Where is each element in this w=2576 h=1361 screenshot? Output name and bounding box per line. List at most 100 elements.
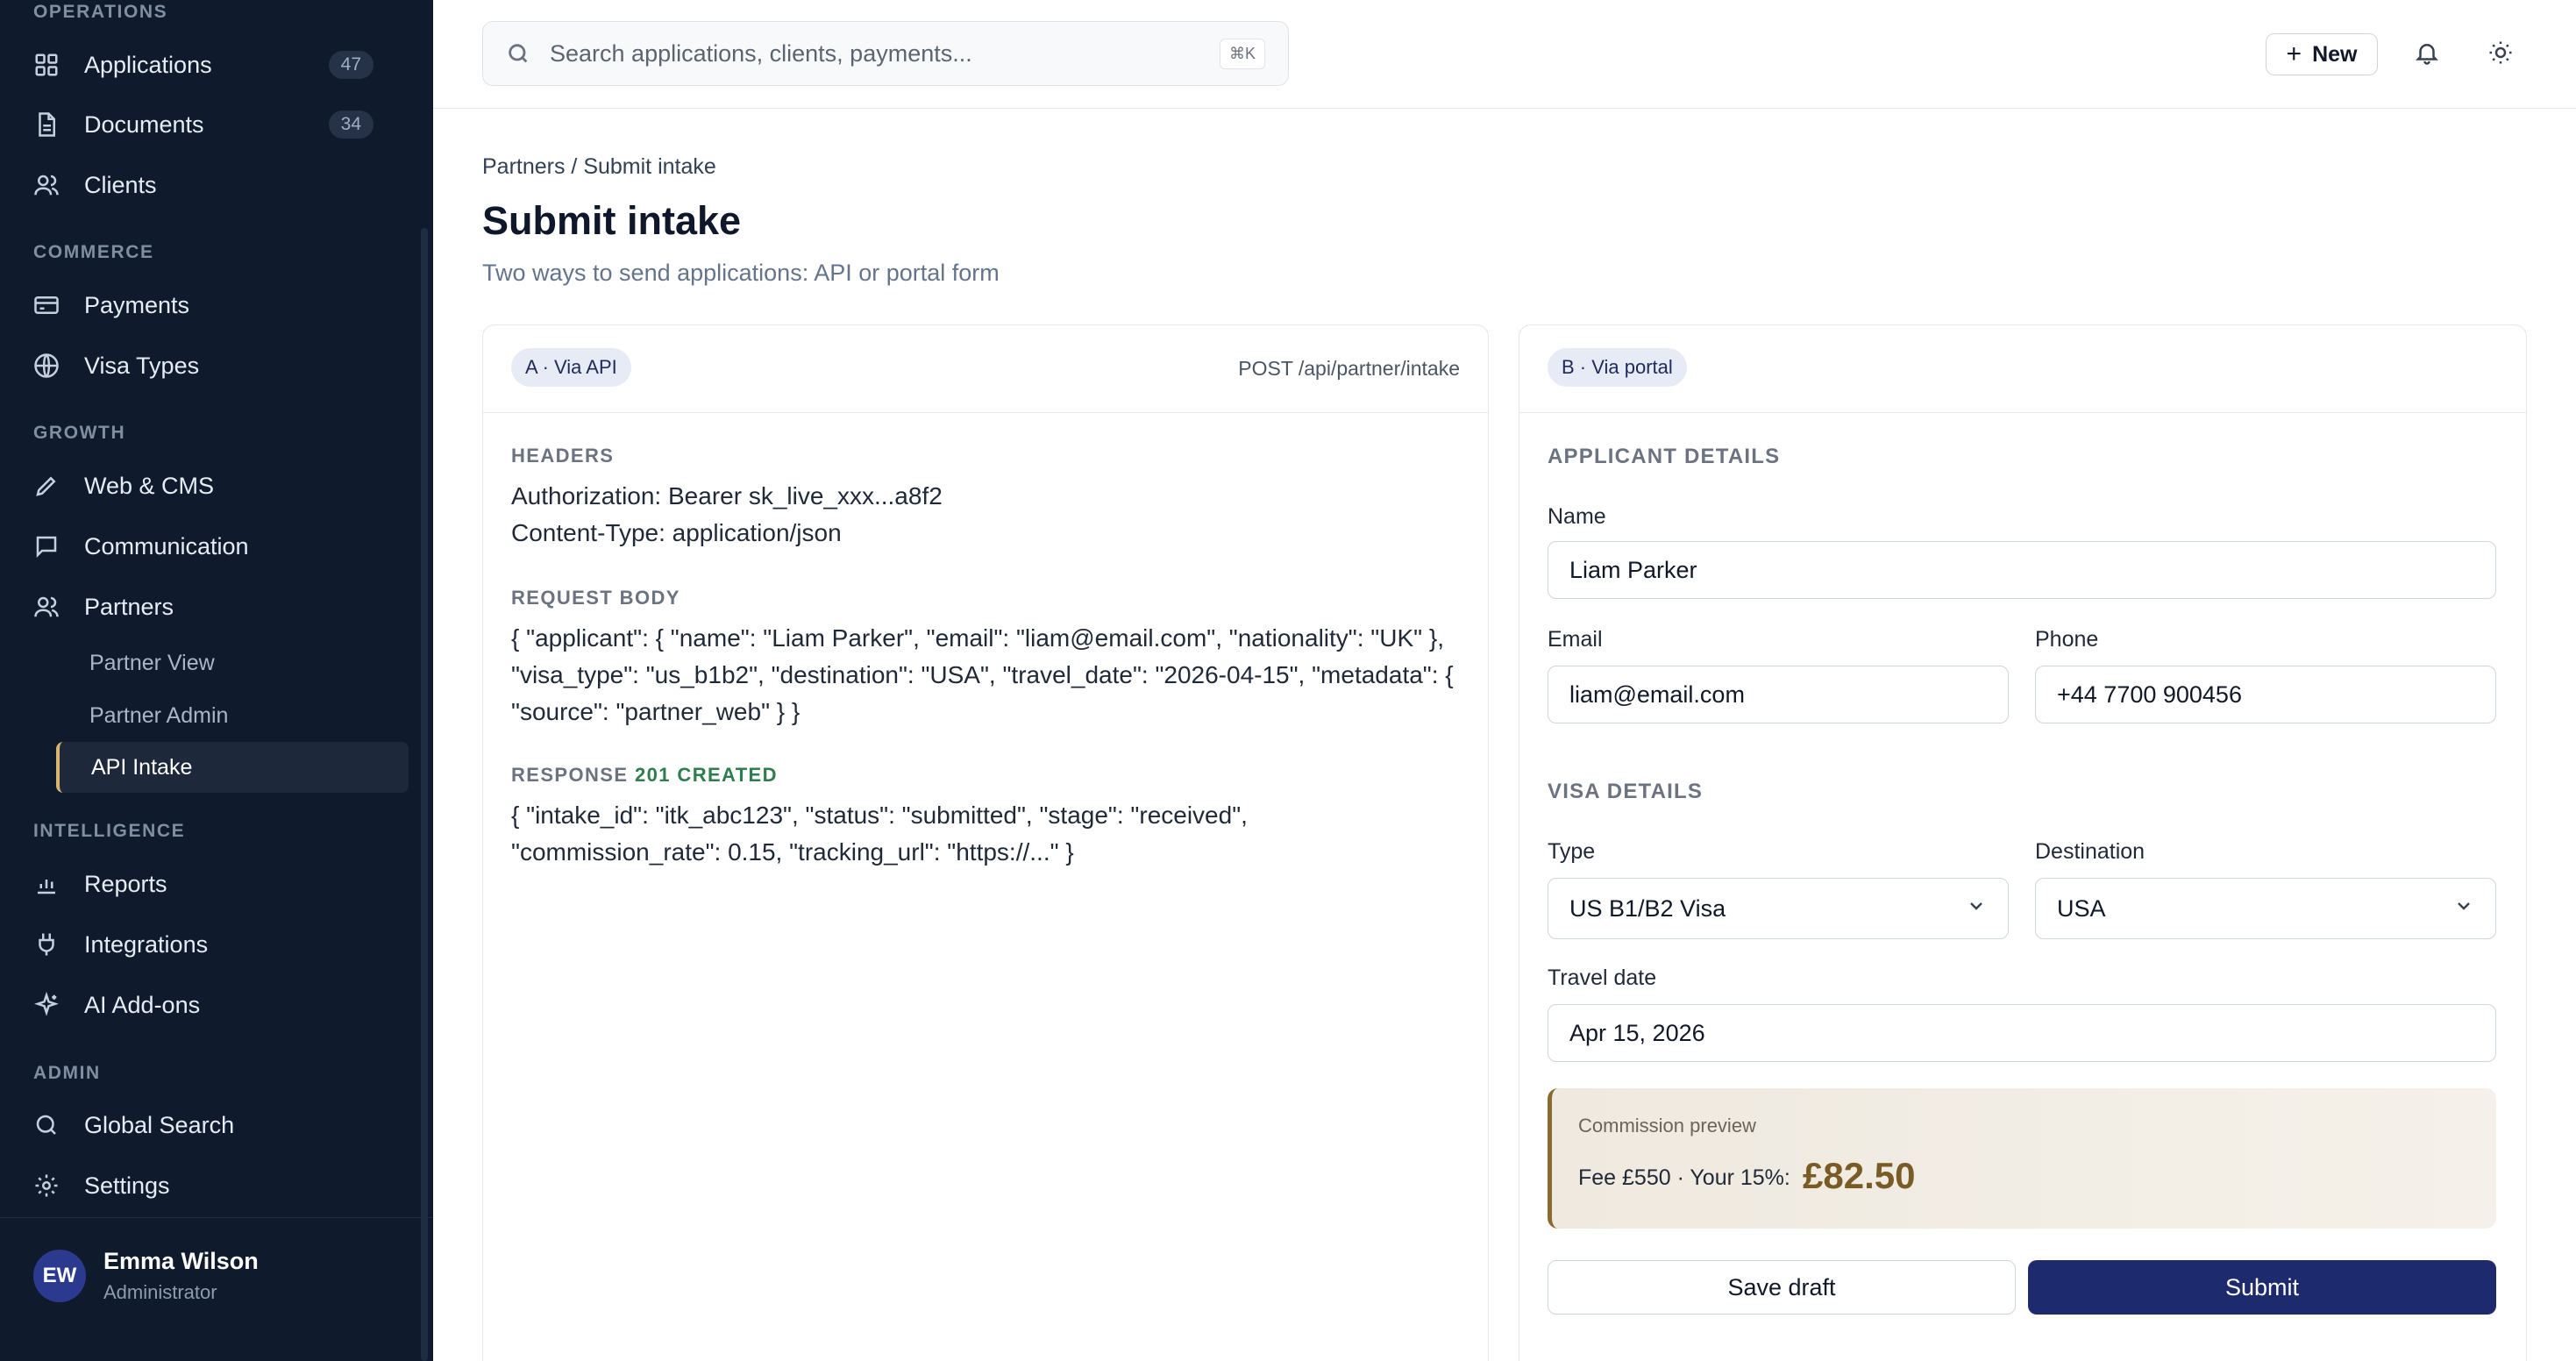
save-draft-button[interactable]: Save draft xyxy=(1548,1260,2016,1315)
sidebar-item-label: Communication xyxy=(84,532,249,559)
sidebar-item-web-cms[interactable]: Web & CMS xyxy=(33,461,410,510)
sidebar-item-label: Reports xyxy=(84,870,167,897)
sidebar-item-reports[interactable]: Reports xyxy=(33,859,410,909)
response-status: 201 CREATED xyxy=(634,764,778,786)
commission-fee: Fee £550 · Your 15%: xyxy=(1578,1165,1790,1190)
grid-icon xyxy=(33,52,60,78)
count-badge: 47 xyxy=(328,51,374,79)
chevron-down-icon xyxy=(2453,895,2474,923)
sidebar-item-label: AI Add-ons xyxy=(84,991,201,1018)
sidebar-item-communication[interactable]: Communication xyxy=(33,522,410,571)
sidebar-item-label: Applications xyxy=(84,51,212,78)
email-label: Email xyxy=(1548,627,1603,652)
portal-card-header: B · Via portal xyxy=(1519,325,2526,413)
type-label: Type xyxy=(1548,839,1596,864)
commission-amount: £82.50 xyxy=(1803,1155,1916,1196)
sidebar-item-visa-types[interactable]: Visa Types xyxy=(33,341,410,390)
credit-card-icon xyxy=(33,292,60,318)
visa-details-heading: VISA DETAILS xyxy=(1548,780,1704,803)
name-field[interactable] xyxy=(1548,541,2496,599)
sidebar-item-label: Clients xyxy=(84,171,157,198)
user-role: Administrator xyxy=(103,1281,217,1303)
travel-date-input[interactable] xyxy=(1569,1019,2474,1047)
sidebar-item-settings[interactable]: Settings xyxy=(33,1161,410,1210)
commission-label: Commission preview xyxy=(1578,1115,1756,1137)
search-bar[interactable]: ⌘K xyxy=(482,21,1289,86)
portal-badge: B · Via portal xyxy=(1548,348,1687,387)
applicant-details-heading: APPLICANT DETAILS xyxy=(1548,445,1781,468)
plug-icon xyxy=(33,931,60,958)
api-card: A · Via API POST /api/partner/intake HEA… xyxy=(482,324,1489,1361)
section-label-intelligence: INTELLIGENCE xyxy=(33,821,186,841)
count-badge: 34 xyxy=(328,110,374,139)
sidebar-item-label: Settings xyxy=(84,1172,170,1199)
visa-type-value: US B1/B2 Visa xyxy=(1569,894,1726,922)
sidebar-scrollbar[interactable] xyxy=(421,228,428,1361)
headers-label: HEADERS xyxy=(511,445,615,467)
sidebar-item-label: Partners xyxy=(84,593,174,620)
new-button-label: New xyxy=(2312,41,2358,67)
section-label-operations: OPERATIONS xyxy=(33,2,168,22)
search-icon xyxy=(33,1112,60,1138)
users-icon xyxy=(33,594,60,620)
email-input[interactable] xyxy=(1569,680,1987,709)
api-badge: A · Via API xyxy=(511,348,631,387)
sidebar-item-label: Web & CMS xyxy=(84,472,215,499)
sidebar-item-partners[interactable]: Partners xyxy=(33,582,410,631)
sidebar-subitem-api-intake[interactable]: API Intake xyxy=(56,742,409,793)
sidebar-item-label: Visa Types xyxy=(84,352,200,379)
page-subtitle: Two ways to send applications: API or po… xyxy=(482,260,1000,286)
section-label-admin: ADMIN xyxy=(33,1063,101,1083)
destination-value: USA xyxy=(2057,894,2106,922)
visa-type-select[interactable]: US B1/B2 Visa xyxy=(1548,878,2009,939)
request-body-label: REQUEST BODY xyxy=(511,587,680,609)
search-input[interactable] xyxy=(550,39,1181,68)
sidebar-subitem-partner-admin[interactable]: Partner Admin xyxy=(56,690,409,741)
submit-button[interactable]: Submit xyxy=(2028,1260,2496,1315)
sidebar-item-label: Global Search xyxy=(84,1111,235,1138)
email-field[interactable] xyxy=(1548,666,2009,723)
phone-input[interactable] xyxy=(2057,680,2474,709)
sidebar-subitem-partner-view[interactable]: Partner View xyxy=(56,638,409,688)
commission-preview: Commission preview Fee £550 · Your 15%: … xyxy=(1548,1088,2496,1229)
headers-line-content-type: Content-Type: application/json xyxy=(511,519,842,546)
response-label-text: RESPONSE xyxy=(511,764,629,786)
sparkle-icon xyxy=(33,992,60,1018)
api-card-header: A · Via API POST /api/partner/intake xyxy=(483,325,1488,413)
search-icon xyxy=(506,41,530,66)
user-profile[interactable]: EW Emma Wilson Administrator xyxy=(0,1217,433,1361)
topbar: ⌘K + New xyxy=(433,0,2576,109)
bar-chart-icon xyxy=(33,871,60,897)
headers-line-authorization: Authorization: Bearer sk_live_xxx...a8f2 xyxy=(511,482,943,509)
travel-date-field[interactable] xyxy=(1548,1004,2496,1062)
sidebar-item-payments[interactable]: Payments xyxy=(33,281,410,330)
destination-label: Destination xyxy=(2035,839,2145,864)
name-input[interactable] xyxy=(1569,556,2474,584)
portal-card: B · Via portal APPLICANT DETAILS Name Em… xyxy=(1519,324,2527,1361)
sidebar-item-label: Documents xyxy=(84,110,204,138)
page-title: Submit intake xyxy=(482,198,742,243)
pencil-icon xyxy=(33,473,60,499)
plus-icon: + xyxy=(2286,39,2302,68)
chat-icon xyxy=(33,533,60,559)
sidebar-item-applications[interactable]: Applications 47 xyxy=(33,40,410,89)
api-endpoint: POST /api/partner/intake xyxy=(1238,357,1460,380)
phone-field[interactable] xyxy=(2035,666,2496,723)
new-button[interactable]: + New xyxy=(2266,33,2378,75)
theme-toggle-button[interactable] xyxy=(2481,35,2520,74)
sidebar-item-clients[interactable]: Clients xyxy=(33,160,410,210)
travel-date-label: Travel date xyxy=(1548,966,1657,990)
notifications-button[interactable] xyxy=(2408,35,2446,74)
sidebar-item-global-search[interactable]: Global Search xyxy=(33,1101,410,1150)
destination-select[interactable]: USA xyxy=(2035,878,2496,939)
sidebar-item-integrations[interactable]: Integrations xyxy=(33,920,410,969)
chevron-down-icon xyxy=(1966,895,1987,923)
response-label: RESPONSE 201 CREATED xyxy=(511,764,778,787)
document-icon xyxy=(33,111,60,138)
name-label: Name xyxy=(1548,504,1606,529)
sidebar-item-documents[interactable]: Documents 34 xyxy=(33,100,410,149)
section-label-growth: GROWTH xyxy=(33,423,126,443)
sidebar-item-ai-addons[interactable]: AI Add-ons xyxy=(33,980,410,1030)
phone-label: Phone xyxy=(2035,627,2099,652)
breadcrumb[interactable]: Partners / Submit intake xyxy=(482,154,716,180)
